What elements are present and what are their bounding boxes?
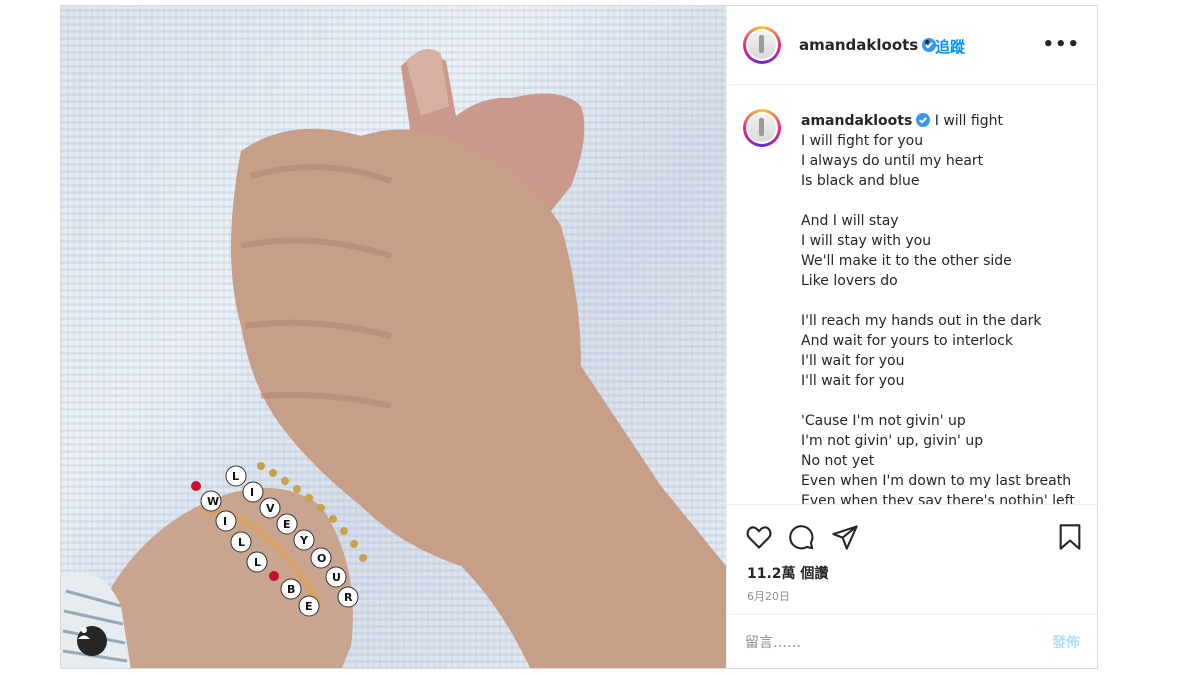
caption-line: I'm not givin' up, givin' up — [801, 433, 984, 449]
verified-badge-icon — [916, 113, 931, 127]
svg-text:I: I — [250, 486, 254, 499]
caption-lines: I will fight for you I always do until my… — [801, 131, 1091, 505]
caption-first-line: amandakloots I will fight — [801, 111, 1091, 131]
header-username[interactable]: amandakloots — [799, 36, 937, 54]
caption-line: Even when they say there's nothin' left — [801, 493, 1075, 505]
comment-input[interactable]: 留言…… — [745, 632, 801, 652]
caption-area: amandakloots I will fight I will fight f… — [727, 85, 1097, 505]
post-header: amandakloots • 追蹤 ••• — [727, 6, 1097, 85]
caption-line: I always do until my heart — [801, 153, 984, 169]
caption-line: I will fight — [934, 113, 1003, 129]
svg-text:I: I — [223, 515, 227, 528]
more-options-icon[interactable]: ••• — [1042, 34, 1080, 55]
post-date[interactable]: 6月20日 — [747, 588, 790, 604]
like-count[interactable]: 11.2萬 個讚 — [747, 563, 828, 583]
caption-line: I will stay with you — [801, 233, 932, 249]
svg-text:O: O — [317, 552, 326, 565]
svg-text:L: L — [238, 536, 245, 549]
svg-text:E: E — [305, 600, 313, 613]
svg-text:E: E — [283, 518, 291, 531]
svg-text:W: W — [207, 495, 219, 508]
caption-line: We'll make it to the other side — [801, 253, 1012, 269]
tagged-user-button[interactable] — [77, 626, 107, 656]
post-side-panel: amandakloots • 追蹤 ••• amandakloots I wil… — [726, 6, 1097, 668]
svg-text:R: R — [344, 591, 353, 604]
caption-line: Is black and blue — [801, 173, 920, 189]
caption-line: And wait for yours to interlock — [801, 333, 1013, 349]
username-text[interactable]: amandakloots — [799, 36, 918, 54]
comment-bar: 留言…… 發佈 — [727, 614, 1097, 668]
separator-dot: • — [923, 35, 932, 51]
instagram-post: L I V E Y O U R W I L L B E amandakloots… — [60, 5, 1098, 669]
share-icon[interactable] — [831, 523, 859, 551]
caption-line: I will fight for you — [801, 133, 924, 149]
svg-text:Y: Y — [299, 534, 309, 547]
caption-line: Even when I'm down to my last breath — [801, 473, 1072, 489]
post-comment-button[interactable]: 發佈 — [1052, 632, 1080, 652]
hands-illustration: L I V E Y O U R W I L L B E — [61, 48, 726, 668]
caption-line: I'll wait for you — [801, 373, 905, 389]
caption-avatar[interactable] — [743, 109, 781, 147]
svg-text:V: V — [266, 502, 275, 515]
caption-line: And I will stay — [801, 213, 899, 229]
caption-line: I'll reach my hands out in the dark — [801, 313, 1042, 329]
post-photo[interactable]: L I V E Y O U R W I L L B E — [61, 6, 726, 668]
svg-text:B: B — [287, 583, 295, 596]
caption-line: Like lovers do — [801, 273, 898, 289]
svg-text:L: L — [232, 470, 239, 483]
caption-line: I'll wait for you — [801, 353, 905, 369]
bookmark-icon[interactable] — [1057, 523, 1083, 551]
caption-username[interactable]: amandakloots — [801, 113, 912, 129]
avatar[interactable] — [743, 26, 781, 64]
caption-line: No not yet — [801, 453, 875, 469]
action-bar: 11.2萬 個讚 6月20日 — [727, 504, 1097, 615]
caption-line — [801, 291, 1091, 311]
caption-line — [801, 391, 1091, 411]
caption-line: 'Cause I'm not givin' up — [801, 413, 966, 429]
svg-text:L: L — [254, 556, 261, 569]
follow-button[interactable]: 追蹤 — [935, 36, 965, 57]
caption-line — [801, 191, 1091, 211]
caption-text: amandakloots I will fight I will fight f… — [801, 111, 1091, 505]
heart-icon[interactable] — [745, 523, 773, 551]
comment-icon[interactable] — [787, 523, 815, 551]
svg-text:U: U — [332, 571, 341, 584]
user-icon — [78, 627, 90, 639]
